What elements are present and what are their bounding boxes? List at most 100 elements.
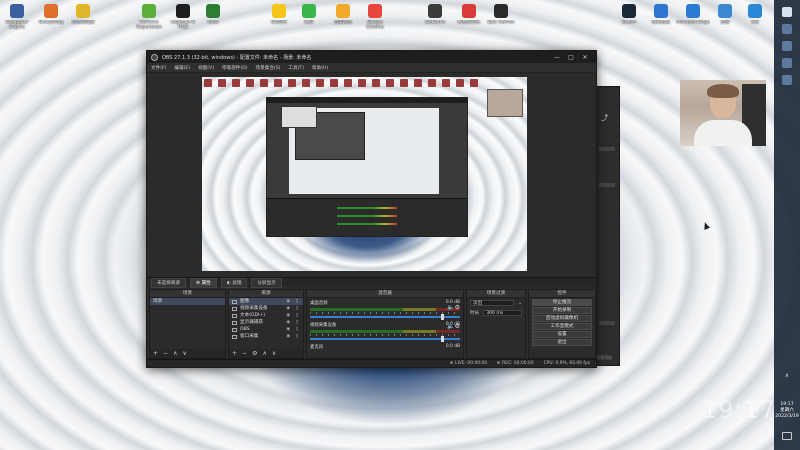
taskbar-clock[interactable]: 19:17 星期六 2022/3/19 — [774, 402, 800, 420]
desktop-shortcut-icon[interactable]: Logitech G HUB — [166, 4, 200, 30]
desktop-shortcut-icon[interactable]: Wallpaper Engine — [0, 4, 34, 30]
camera-icon — [232, 306, 237, 311]
transition-select[interactable]: 淡出 — [470, 300, 515, 306]
start-recording-button[interactable]: 开始录制 — [532, 307, 592, 314]
visibility-lock-icons[interactable]: ◉ ▯ — [286, 319, 300, 326]
live-status: LIVE: 00:00:00 — [450, 361, 487, 366]
taskbar-app-icon[interactable] — [782, 75, 792, 85]
source-item[interactable]: 显示器捕获 ◉ ▯ — [229, 319, 303, 326]
task-view-icon[interactable] — [782, 41, 792, 51]
obs-titlebar[interactable]: OBS 27.1.3 (32-bit, windows) - 配置文件: 未命名… — [147, 51, 596, 63]
add-source-button[interactable]: + — [232, 350, 237, 357]
move-up-button[interactable]: ∧ — [173, 350, 177, 357]
source-item[interactable]: OBS ◉ ▯ — [229, 326, 303, 333]
overlay-clock: 19:17 — [702, 396, 777, 424]
taskbar-app-icon[interactable] — [782, 58, 792, 68]
volume-fader[interactable] — [310, 336, 460, 342]
side-panel-label[interactable]: 回到顶部 — [596, 355, 612, 361]
desktop-shortcut-icon[interactable]: Everything — [34, 4, 68, 25]
transitions-header: 场景过渡 — [467, 290, 525, 298]
speaker-icon[interactable]: 🔈⚙ — [447, 323, 460, 330]
desktop-shortcut-icon[interactable]: 腾讯会议 — [644, 4, 678, 25]
visibility-lock-icons[interactable]: ◉ ▯ — [286, 312, 300, 319]
shortcut-label: Xbox — [207, 20, 219, 25]
move-down-button[interactable]: ∨ — [182, 350, 186, 357]
desktop-shortcut-icon[interactable]: Epic Games — [484, 4, 518, 25]
studio-mode-button[interactable]: 工作室模式 — [532, 323, 592, 330]
source-item[interactable]: 文本(GDI+) ◉ ▯ — [229, 312, 303, 319]
menu-docks[interactable]: 停靠部件(D) — [222, 65, 248, 71]
desktop-shortcut-icon[interactable]: 微信 — [292, 4, 326, 25]
move-down-button[interactable]: ∨ — [272, 350, 276, 357]
source-label: 窗口采集 — [240, 334, 259, 339]
menu-tools[interactable]: 工具(T) — [288, 65, 304, 71]
window-icon — [232, 327, 237, 332]
search-icon[interactable] — [782, 24, 792, 34]
stop-streaming-button[interactable]: 停止推流 — [532, 299, 592, 306]
menu-scene-collection[interactable]: 场景集合(S) — [256, 65, 281, 71]
desktop-shortcut-icon[interactable]: 网易云音乐 — [452, 4, 486, 25]
menu-edit[interactable]: 编辑(E) — [174, 65, 190, 71]
exit-button[interactable]: 退出 — [532, 339, 592, 346]
remove-source-button[interactable]: − — [242, 350, 247, 357]
tray-overflow-icon[interactable]: ∧ — [774, 372, 800, 379]
desktop-shortcut-icon[interactable]: GeForce Experience — [132, 4, 166, 30]
move-up-button[interactable]: ∧ — [262, 350, 266, 357]
mouse-cursor-icon — [701, 221, 711, 230]
share-icon[interactable]: ⤴ — [601, 113, 608, 123]
visibility-lock-icons[interactable]: ◉ ▯ — [286, 298, 300, 305]
desktop-shortcut-icon[interactable]: WeGame — [418, 4, 452, 25]
shortcut-label: WeGame — [424, 20, 446, 25]
split-view-button[interactable]: 分屏显示 — [251, 277, 282, 288]
app-icon — [272, 4, 286, 18]
menu-file[interactable]: 文件(F) — [151, 65, 166, 71]
desktop-shortcut-icon[interactable]: QQ音乐 — [262, 4, 296, 25]
settings-button[interactable]: 设置 — [532, 331, 592, 338]
desktop-shortcut-icon[interactable]: Google Chrome — [358, 4, 392, 30]
close-button[interactable]: ✕ — [578, 54, 592, 61]
minimize-button[interactable]: — — [550, 54, 564, 61]
scenes-dock: 场景 场景 + − ∧ ∨ — [149, 289, 226, 359]
source-item[interactable]: 视频采集设备 ◉ ▯ — [229, 305, 303, 312]
source-item[interactable]: 图像 ◉ ▯ — [229, 298, 303, 305]
visibility-lock-icons[interactable]: ◉ ▯ — [286, 333, 300, 340]
clock-date: 2022/3/19 — [775, 414, 799, 419]
menu-help[interactable]: 帮助(H) — [312, 65, 328, 71]
desktop-shortcut-icon[interactable]: Steam — [612, 4, 646, 25]
shortcut-label: 腾讯会议 — [652, 20, 670, 25]
shortcut-label: Steam — [621, 20, 637, 25]
side-panel-bar — [599, 147, 615, 151]
speaker-icon[interactable]: 🔈⚙ — [447, 304, 460, 311]
cpu-status: CPU: 0.9%, 60.00 fps — [543, 361, 590, 366]
start-icon[interactable] — [782, 7, 792, 17]
desktop-shortcut-icon[interactable]: 迅雷 — [708, 4, 742, 25]
maximize-button[interactable]: □ — [564, 54, 578, 61]
start-virtual-camera-button[interactable]: 启动虚拟摄像机 — [532, 315, 592, 322]
obs-window[interactable]: OBS 27.1.3 (32-bit, windows) - 配置文件: 未命名… — [146, 50, 597, 368]
scene-item[interactable]: 场景 — [150, 298, 225, 305]
add-scene-button[interactable]: + — [153, 350, 158, 357]
source-item[interactable]: 窗口采集 ◉ ▯ — [229, 333, 303, 340]
menu-view[interactable]: 视图(V) — [198, 65, 214, 71]
desktop-shortcut-icon[interactable]: 资源管理器 — [66, 4, 100, 25]
desktop-shortcut-icon[interactable]: Xbox — [196, 4, 230, 25]
controls-header: 控件 — [529, 290, 595, 298]
desktop-shortcut-icon[interactable]: QQ — [738, 4, 772, 25]
preview-webcam — [487, 89, 523, 117]
volume-fader[interactable] — [310, 314, 460, 320]
visibility-lock-icons[interactable]: ◉ ▯ — [286, 305, 300, 312]
properties-button[interactable]: ⚙ 属性 — [189, 277, 217, 288]
rec-status: REC: 00:00:00 — [497, 361, 534, 366]
chevron-down-icon[interactable]: ⌄ — [518, 301, 522, 306]
scenes-toolbar: + − ∧ ∨ — [150, 349, 225, 358]
app-icon — [686, 4, 700, 18]
remove-scene-button[interactable]: − — [163, 350, 168, 357]
source-settings-button[interactable]: ⚙ — [252, 350, 257, 357]
desktop-shortcut-icon[interactable]: Microsoft Edge — [676, 4, 710, 25]
visibility-lock-icons[interactable]: ◉ ▯ — [286, 326, 300, 333]
duration-input[interactable]: 300 ms — [483, 310, 522, 316]
preview-canvas[interactable] — [202, 77, 537, 271]
notification-icon[interactable] — [782, 432, 792, 440]
desktop-shortcut-icon[interactable]: 百度网盘 — [326, 4, 360, 25]
filters-button[interactable]: ◐ 滤镜 — [220, 277, 248, 288]
